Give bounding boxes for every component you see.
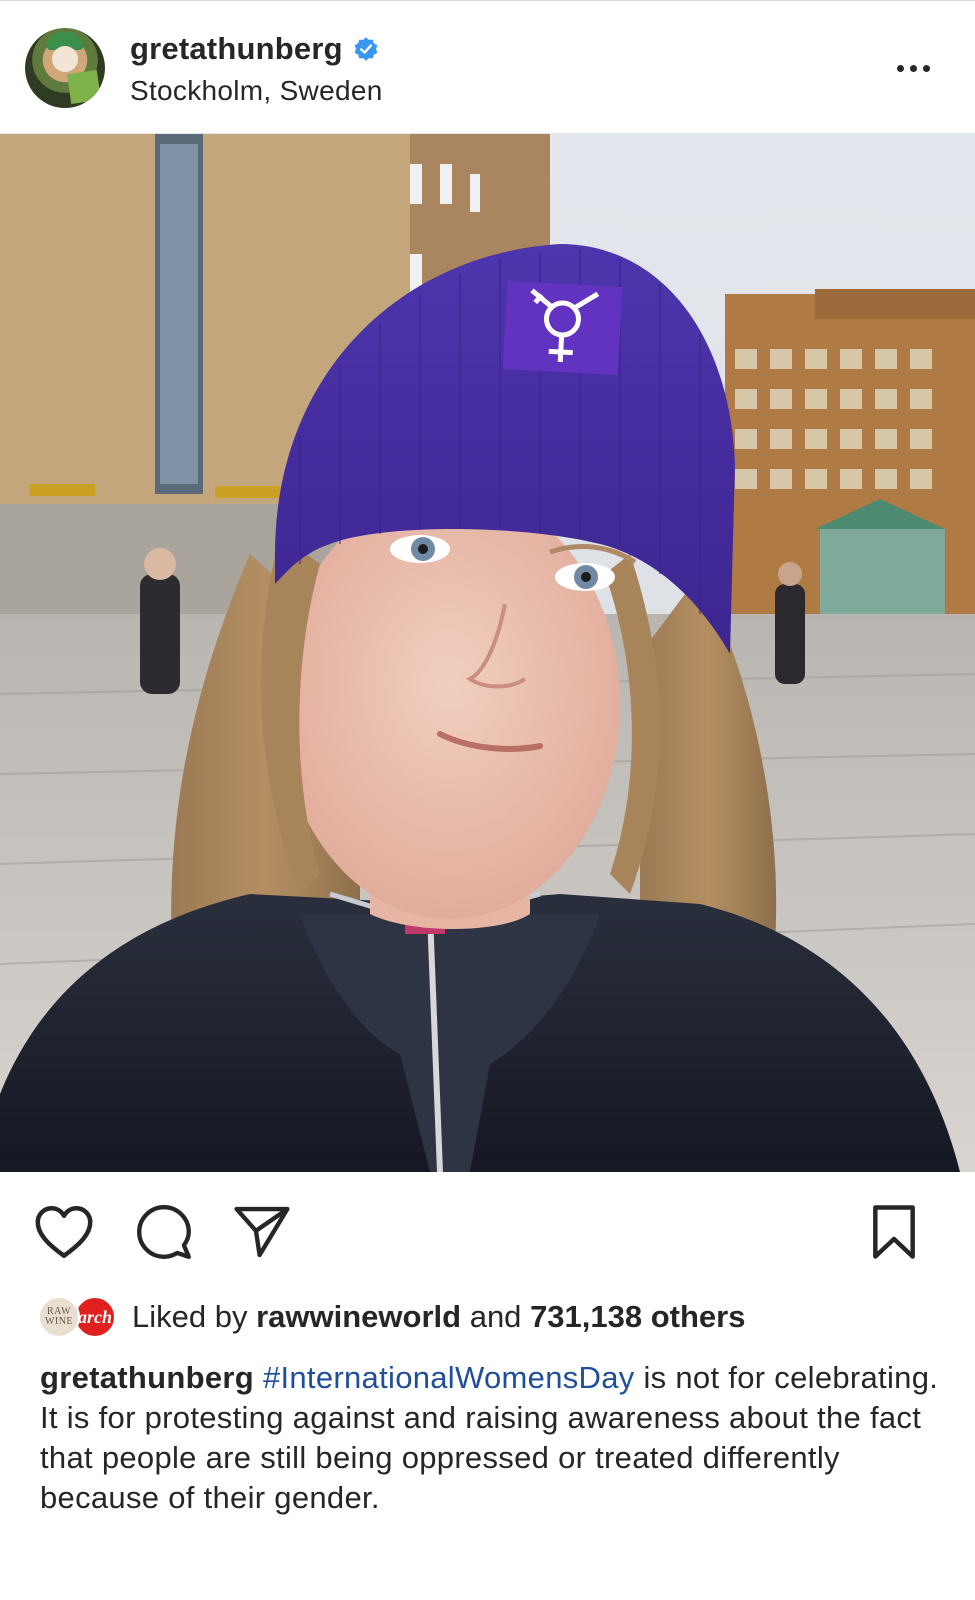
comment-button[interactable] — [134, 1202, 194, 1262]
caption-username[interactable]: gretathunberg — [40, 1360, 254, 1395]
more-dot-icon — [922, 64, 930, 72]
post-image[interactable] — [0, 134, 975, 1172]
more-dot-icon — [909, 64, 917, 72]
avatar-face — [52, 46, 78, 72]
likes-summary[interactable]: Liked by rawwineworld and 731,138 others — [132, 1299, 745, 1335]
more-dot-icon — [896, 64, 904, 72]
post-username[interactable]: gretathunberg — [130, 31, 343, 67]
caption-hashtag[interactable]: #InternationalWomensDay — [263, 1360, 635, 1395]
paper-plane-icon — [234, 1206, 290, 1258]
liker-username[interactable]: rawwineworld — [256, 1299, 461, 1334]
liker-avatar-second: arch — [74, 1296, 116, 1338]
likes-prefix: Liked by — [132, 1299, 248, 1334]
post-caption: gretathunberg #InternationalWomensDay is… — [40, 1358, 940, 1518]
liker-avatars[interactable]: RAW WINE arch — [38, 1294, 120, 1340]
like-button[interactable] — [34, 1202, 94, 1262]
more-options-button[interactable] — [885, 51, 941, 85]
save-button[interactable] — [864, 1202, 924, 1262]
bookmark-outline-icon — [873, 1205, 915, 1259]
photo-illustration — [0, 134, 975, 1172]
verified-badge-icon — [354, 37, 378, 61]
profile-avatar[interactable] — [25, 28, 105, 108]
likes-row: RAW WINE arch Liked by rawwineworld and … — [38, 1292, 745, 1342]
action-bar — [0, 1172, 975, 1287]
likes-connector: and — [469, 1299, 522, 1334]
likes-count[interactable]: 731,138 others — [530, 1299, 745, 1334]
liker-avatar-rawwine: RAW WINE — [38, 1296, 80, 1338]
avatar-sign — [67, 70, 101, 104]
heart-outline-icon — [35, 1206, 93, 1258]
post-header: gretathunberg Stockholm, Sweden — [0, 0, 975, 134]
share-button[interactable] — [232, 1202, 292, 1262]
comment-bubble-icon — [137, 1205, 191, 1259]
post-location[interactable]: Stockholm, Sweden — [130, 75, 383, 107]
username-row: gretathunberg — [130, 31, 379, 67]
